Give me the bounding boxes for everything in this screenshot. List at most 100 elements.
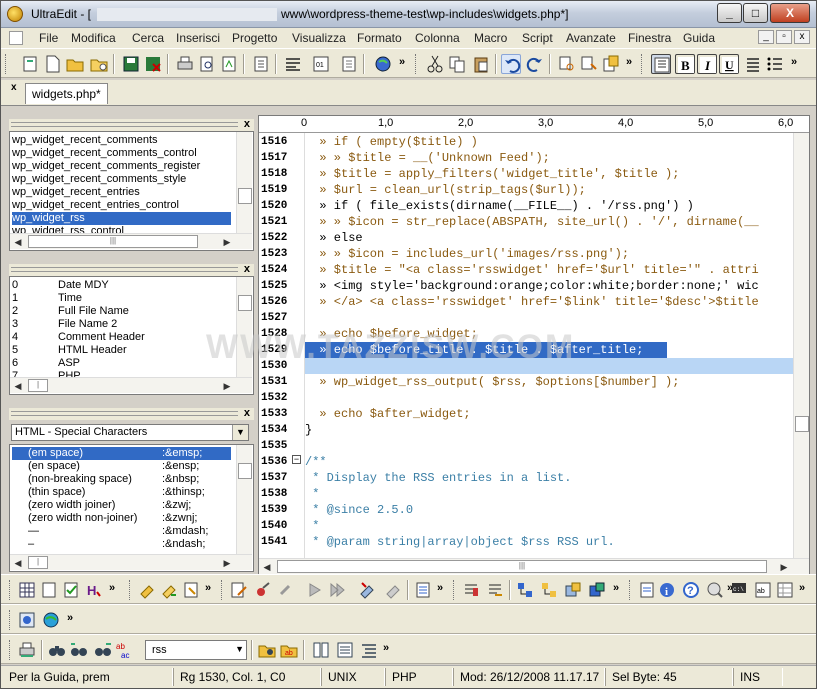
word-count-icon[interactable]: ab bbox=[753, 580, 773, 600]
bookmark-next-icon[interactable] bbox=[137, 580, 157, 600]
toolbar-overflow-chevron[interactable]: » bbox=[626, 56, 632, 68]
code-line[interactable]: * bbox=[305, 518, 319, 534]
template-list-item[interactable]: 5 HTML Header bbox=[12, 344, 231, 357]
toolbar-overflow-chevron[interactable]: » bbox=[613, 582, 619, 594]
project-open-icon[interactable] bbox=[563, 580, 583, 600]
toolbar-overflow-chevron[interactable]: » bbox=[437, 582, 443, 594]
function-list-item[interactable]: wp_widget_recent_comments_control bbox=[12, 147, 231, 160]
scroll-left-arrow[interactable]: ◀ bbox=[11, 556, 25, 570]
browser-globe-icon[interactable] bbox=[373, 54, 393, 74]
menu-avanzate[interactable]: Avanzate bbox=[566, 31, 616, 45]
bookmark-toggle-icon[interactable] bbox=[159, 580, 179, 600]
template-list-item[interactable]: 4 Comment Header bbox=[12, 331, 231, 344]
new-file-icon[interactable] bbox=[43, 54, 63, 74]
clip-list-item[interactable]: (zero width non-joiner):&zwnj; bbox=[12, 512, 231, 525]
title-bar[interactable]: UltraEdit - [ www\wordpress-theme-test\w… bbox=[1, 1, 816, 28]
edit-pencil-icon[interactable] bbox=[229, 580, 249, 600]
ftp-open-icon[interactable] bbox=[357, 580, 377, 600]
close-panel-icon[interactable]: x bbox=[244, 263, 250, 275]
editor-vscroll[interactable] bbox=[793, 133, 809, 558]
save-icon[interactable] bbox=[121, 54, 141, 74]
clip-list-item[interactable]: –:&ndash; bbox=[12, 538, 231, 551]
code-line[interactable]: » $url = clean_url(strip_tags($url)); bbox=[305, 182, 585, 198]
menu-cerca[interactable]: Cerca bbox=[132, 31, 164, 45]
template-list-hscroll[interactable]: ◀ | ▶ bbox=[10, 377, 252, 393]
file-properties-icon[interactable] bbox=[637, 580, 657, 600]
editor-hscroll[interactable]: ◀ ||| ▶ bbox=[259, 558, 809, 574]
web-search-icon[interactable] bbox=[705, 580, 725, 600]
scroll-thumb[interactable]: | bbox=[28, 379, 48, 392]
toolbar-grip[interactable] bbox=[629, 580, 632, 600]
clip-list-item[interactable]: (zero width joiner):&zwj; bbox=[12, 499, 231, 512]
code-line[interactable]: » » $title = __('Unknown Feed'); bbox=[305, 150, 549, 166]
new-document-icon[interactable] bbox=[39, 580, 59, 600]
function-list-hscroll[interactable]: ◀ ||| ▶ bbox=[10, 233, 252, 249]
find-next-icon[interactable] bbox=[93, 640, 113, 660]
open-recent-icon[interactable] bbox=[89, 54, 109, 74]
toolbar-grip[interactable] bbox=[9, 610, 12, 630]
scroll-thumb[interactable]: ||| bbox=[277, 560, 767, 573]
clipboard-list-icon[interactable] bbox=[339, 54, 359, 74]
outline-view-icon[interactable] bbox=[359, 640, 379, 660]
word-wrap-icon[interactable] bbox=[283, 54, 303, 74]
cut-icon[interactable] bbox=[425, 54, 445, 74]
close-tab-icon[interactable]: x bbox=[11, 82, 17, 93]
macro-play-icon[interactable] bbox=[305, 580, 325, 600]
binoculars-icon[interactable] bbox=[47, 640, 67, 660]
chevron-down-icon[interactable]: ▼ bbox=[235, 644, 244, 654]
toolbar-overflow-chevron[interactable]: » bbox=[205, 582, 211, 594]
clip-list-item[interactable]: (em space):&emsp; bbox=[12, 447, 231, 460]
find-previous-icon[interactable] bbox=[69, 640, 89, 660]
macro-record-icon[interactable] bbox=[327, 580, 347, 600]
column-view-icon[interactable] bbox=[311, 640, 331, 660]
menu-modifica[interactable]: Modifica bbox=[71, 31, 116, 45]
sort-asc-icon[interactable] bbox=[461, 580, 481, 600]
document-icon[interactable] bbox=[9, 31, 23, 45]
toolbar-overflow-chevron[interactable]: » bbox=[799, 582, 805, 594]
bullet-list-icon[interactable] bbox=[765, 54, 785, 74]
column-mode-icon[interactable] bbox=[651, 54, 671, 74]
print-preview-icon[interactable] bbox=[197, 54, 217, 74]
menu-guida[interactable]: Guida bbox=[683, 31, 715, 45]
toolbar-overflow-chevron[interactable]: » bbox=[67, 612, 73, 624]
chevron-down-icon[interactable]: ▼ bbox=[232, 425, 248, 440]
clip-list-item[interactable]: (thin space):&thinsp; bbox=[12, 486, 231, 499]
help-icon[interactable]: ? bbox=[681, 580, 701, 600]
clip-list-item[interactable]: —:&mdash; bbox=[12, 525, 231, 538]
code-line[interactable]: » if ( empty($title) ) bbox=[305, 134, 477, 150]
clip-list-item[interactable]: (non-breaking space):&nbsp; bbox=[12, 473, 231, 486]
mdi-close-button[interactable]: x bbox=[794, 30, 810, 44]
status-insert-mode[interactable]: INS bbox=[733, 668, 783, 686]
align-justify-icon[interactable] bbox=[743, 54, 763, 74]
code-folding-icon[interactable]: c:\ bbox=[729, 580, 749, 600]
toolbar-overflow-chevron[interactable]: » bbox=[399, 56, 405, 68]
find-icon[interactable] bbox=[557, 54, 577, 74]
function-list-item[interactable]: wp_widget_recent_comments_style bbox=[12, 173, 231, 186]
menu-inserisci[interactable]: Inserisci bbox=[176, 31, 220, 45]
project-tree-icon[interactable] bbox=[539, 580, 559, 600]
copy-icon[interactable] bbox=[447, 54, 467, 74]
scroll-right-arrow[interactable]: ▶ bbox=[220, 379, 234, 393]
new-project-icon[interactable] bbox=[21, 54, 41, 74]
open-folder-icon[interactable] bbox=[65, 54, 85, 74]
code-line[interactable]: * @param string|array|object $rss RSS ur… bbox=[305, 534, 614, 550]
project-settings-icon[interactable] bbox=[587, 580, 607, 600]
code-line[interactable]: » » $icon = str_replace(ABSPATH, site_ur… bbox=[305, 214, 758, 230]
code-line[interactable]: * Display the RSS entries in a list. bbox=[305, 470, 571, 486]
view-in-browser-globe-icon[interactable] bbox=[41, 610, 61, 630]
spell-check-icon[interactable] bbox=[253, 580, 273, 600]
toolbar-grip[interactable] bbox=[453, 580, 456, 600]
code-line[interactable]: » echo $after_widget; bbox=[305, 406, 470, 422]
html-validate-icon[interactable]: H bbox=[85, 580, 105, 600]
close-button[interactable]: X bbox=[770, 3, 810, 23]
close-file-icon[interactable] bbox=[143, 54, 163, 74]
code-line[interactable]: } bbox=[305, 422, 312, 438]
maximize-button[interactable]: □ bbox=[743, 3, 768, 23]
close-panel-icon[interactable]: x bbox=[244, 118, 250, 130]
fold-collapse-icon[interactable]: − bbox=[292, 455, 301, 464]
toolbar-grip[interactable] bbox=[641, 54, 644, 74]
paste-icon[interactable] bbox=[471, 54, 491, 74]
close-panel-icon[interactable]: x bbox=[244, 407, 250, 419]
template-list-item[interactable]: 6 ASP bbox=[12, 357, 231, 370]
code-line[interactable]: » </a> <a class='rsswidget' href='$link'… bbox=[305, 294, 758, 310]
